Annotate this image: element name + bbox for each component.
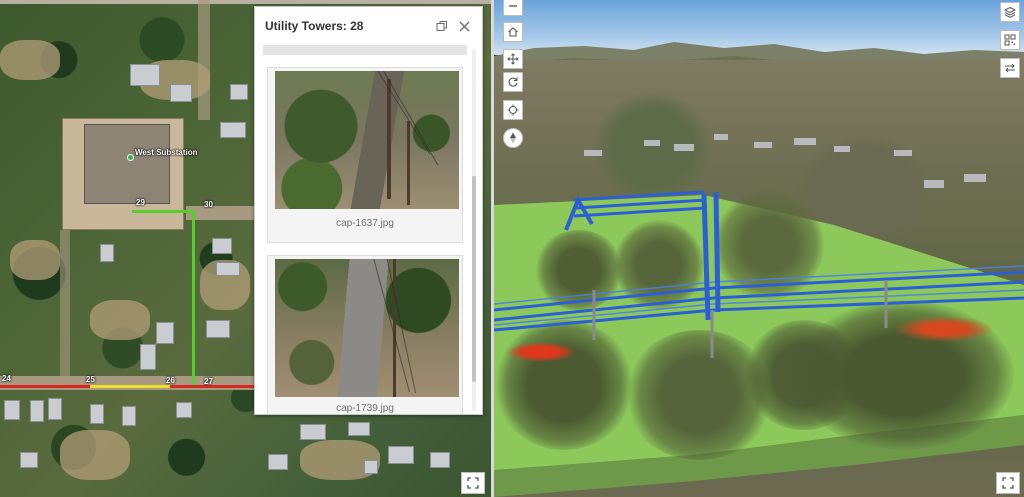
power-line-yellow[interactable] [90,385,170,388]
power-line-red[interactable] [0,385,90,388]
close-icon[interactable] [456,18,472,34]
building [130,64,160,86]
building [176,402,192,418]
substation-equipment [84,124,170,204]
expand-icon[interactable] [996,472,1020,494]
building [364,460,378,474]
power-line-green[interactable] [132,210,194,213]
pan-icon[interactable] [503,49,523,69]
building [268,454,288,470]
building [206,320,230,338]
home-icon[interactable] [503,22,523,42]
substation-label: West Substation [135,148,198,157]
scrollbar-thumb[interactable] [472,176,476,382]
utility-pole [387,79,391,199]
popup-header: Utility Towers: 28 [255,7,482,45]
building [230,84,248,100]
previous-attachment-edge [263,45,467,55]
attachment-card[interactable]: cap-1739.jpg [267,255,463,414]
scene-3d-view[interactable] [494,0,1024,497]
building [430,452,450,468]
building [4,400,20,420]
building [20,452,38,468]
utility-pole [393,259,396,397]
compass-icon[interactable] [503,128,523,148]
building [100,244,114,262]
attachment-photo[interactable] [275,71,459,209]
building [348,422,370,436]
popup-panel: Utility Towers: 28 cap-1637.jpg cap-1739… [254,6,483,415]
locate-icon[interactable] [503,100,523,120]
attachment-photo[interactable] [275,259,459,397]
building [220,122,246,138]
tower-label-25[interactable]: 25 [86,375,95,384]
road [60,230,70,376]
attachment-card[interactable]: cap-1637.jpg [267,67,463,243]
layers-icon[interactable] [1000,2,1020,22]
dirt-patch [10,240,60,280]
power-wire [363,71,431,155]
building [140,344,156,370]
popup-title: Utility Towers: 28 [265,19,364,33]
building [212,238,232,254]
building [30,400,44,422]
building [90,404,104,424]
substation-marker[interactable] [127,154,134,161]
swap-icon[interactable] [1000,58,1020,78]
building [48,398,62,420]
attachment-caption: cap-1739.jpg [336,403,394,414]
road [198,0,210,120]
building [156,322,174,344]
power-line-green[interactable] [192,210,195,386]
building [170,84,192,102]
minus-icon[interactable] [503,0,523,16]
popup-body[interactable]: cap-1637.jpg cap-1739.jpg [255,45,482,414]
tower-label-29[interactable]: 29 [136,198,145,207]
dirt-patch [60,430,130,480]
tower-label-27[interactable]: 27 [204,377,213,386]
building [122,406,136,426]
dock-icon[interactable] [434,18,450,34]
expand-icon[interactable] [461,472,485,494]
road [0,0,491,4]
tower-label-30[interactable]: 30 [204,200,213,209]
building [216,262,240,276]
utility-pole [407,121,410,205]
tower-label-24[interactable]: 24 [2,374,11,383]
rotate-icon[interactable] [503,72,523,92]
attachment-caption: cap-1637.jpg [336,218,394,229]
dirt-patch [0,40,60,80]
building [300,424,326,440]
power-wire [383,259,417,393]
lidar-power-lines[interactable] [494,180,1024,380]
tower-label-26[interactable]: 26 [166,376,175,385]
dirt-patch [90,300,150,340]
road [186,206,256,220]
qr-code-icon[interactable] [1000,30,1020,50]
building [388,446,414,464]
